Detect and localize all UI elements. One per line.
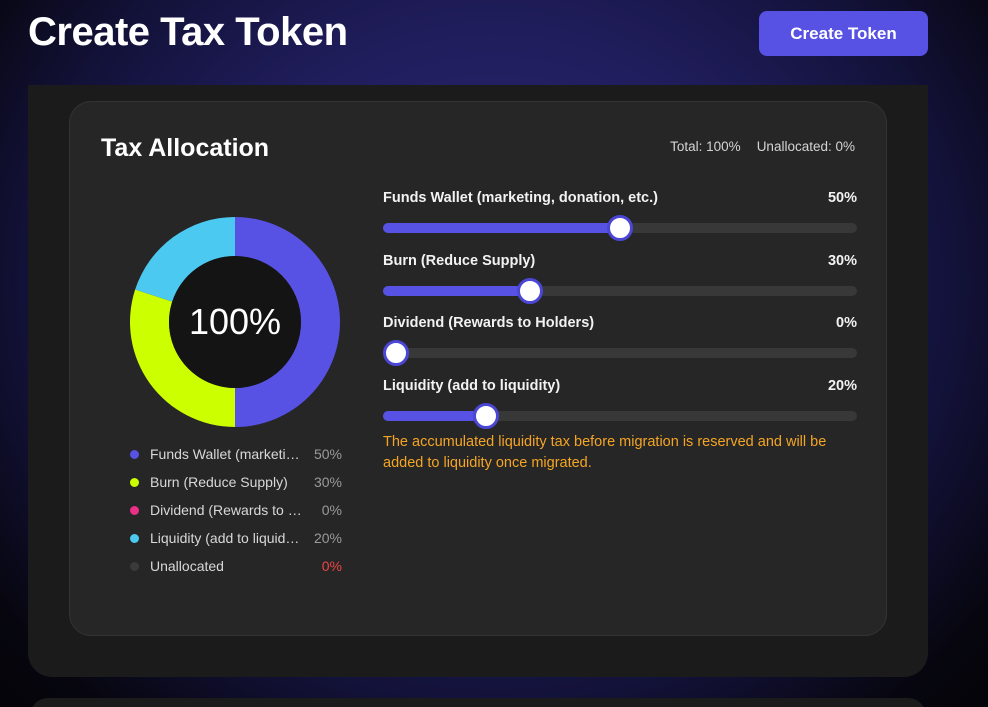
slider-label: Liquidity (add to liquidity) — [383, 377, 561, 394]
slider-track[interactable] — [383, 402, 857, 429]
legend-label: Liquidity (add to liquidity) — [150, 530, 302, 546]
slider-value: 0% — [836, 315, 857, 331]
legend-value: 0% — [321, 502, 342, 518]
legend-dot — [130, 505, 139, 515]
allocation-donut-chart: 100% — [130, 217, 340, 427]
allocation-totals: Total: 100% Unallocated: 0% — [670, 139, 855, 154]
slider-thumb[interactable] — [383, 340, 409, 366]
legend-dot — [130, 449, 139, 459]
slider-row-funds: Funds Wallet (marketing, donation, etc.)… — [383, 190, 857, 253]
slider-label: Funds Wallet (marketing, donation, etc.) — [383, 190, 658, 206]
donut-center-value: 100% — [188, 301, 282, 342]
slider-value: 50% — [827, 190, 857, 206]
slider-label: Burn (Reduce Supply) — [383, 252, 536, 269]
slider-fill — [383, 410, 478, 421]
legend-label: Funds Wallet (marketing, donation, etc.) — [150, 446, 302, 462]
slider-row-liquidity: Liquidity (add to liquidity) 20% — [383, 378, 857, 441]
slider-track[interactable] — [383, 340, 857, 366]
allocation-sliders: Funds Wallet (marketing, donation, etc.)… — [383, 190, 857, 440]
legend-label: Burn (Reduce Supply) — [150, 474, 288, 490]
slider-row-dividend: Dividend (Rewards to Holders) 0% — [383, 315, 857, 378]
legend-item-burn: Burn (Reduce Supply) 30% — [130, 468, 342, 496]
legend-label: Unallocated — [150, 558, 224, 574]
legend-item-unallocated: Unallocated 0% — [130, 552, 342, 580]
slider-track[interactable] — [383, 277, 857, 304]
legend-dot — [130, 477, 139, 487]
slider-value: 30% — [827, 252, 857, 269]
slider-label: Dividend (Rewards to Holders) — [383, 315, 595, 331]
unallocated-label: Unallocated: 0% — [756, 139, 855, 154]
page-title: Create Tax Token — [28, 10, 348, 54]
liquidity-warning-note: The accumulated liquidity tax before mig… — [383, 434, 827, 471]
slider-thumb[interactable] — [607, 215, 633, 241]
slider-fill — [383, 223, 620, 233]
legend-item-liquidity: Liquidity (add to liquidity) 20% — [130, 524, 342, 552]
legend-item-dividend: Dividend (Rewards to Holders) 0% — [130, 496, 342, 524]
legend-value: 30% — [313, 474, 342, 490]
legend-item-funds: Funds Wallet (marketing, donation, etc.)… — [130, 440, 342, 468]
next-panel — [30, 698, 926, 707]
slider-row-burn: Burn (Reduce Supply) 30% — [383, 253, 857, 316]
legend-value: 50% — [313, 446, 342, 462]
legend-dot — [130, 533, 139, 543]
create-token-button[interactable]: Create Token — [759, 11, 928, 56]
slider-value: 20% — [827, 377, 857, 394]
slider-track[interactable] — [383, 215, 857, 241]
slider-fill — [383, 285, 526, 296]
card-title: Tax Allocation — [101, 134, 270, 162]
legend-value: 20% — [313, 530, 342, 546]
allocation-legend: Funds Wallet (marketing, donation, etc.)… — [130, 440, 342, 580]
total-label: Total: 100% — [670, 139, 741, 154]
slider-thumb[interactable] — [517, 277, 544, 304]
legend-dot — [130, 561, 139, 571]
slider-thumb[interactable] — [472, 402, 499, 429]
legend-label: Dividend (Rewards to Holders) — [150, 502, 302, 518]
legend-value-error: 0% — [321, 558, 342, 574]
tax-allocation-card: Tax Allocation Total: 100% Unallocated: … — [69, 101, 887, 636]
